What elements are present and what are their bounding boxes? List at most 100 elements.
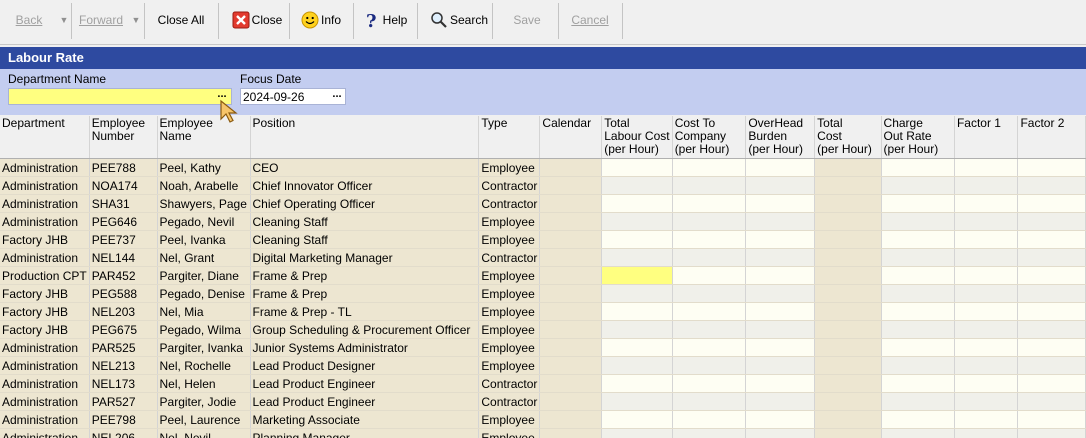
table-row[interactable]: Factory JHB NEL203 Nel, Mia Frame & Prep - … [0, 302, 1086, 321]
column-header[interactable]: Department [0, 116, 90, 159]
rate-cell[interactable] [954, 284, 1019, 303]
rate-cell[interactable] [601, 410, 673, 429]
rate-cell[interactable] [1017, 302, 1086, 321]
help-button[interactable]: ? Help [354, 0, 416, 40]
rate-cell[interactable] [601, 320, 673, 339]
rate-cell[interactable] [1017, 338, 1086, 357]
table-row[interactable]: Administration SHA31 Shawyers, Page Chief O… [0, 194, 1086, 213]
forward-dropdown-icon[interactable]: ▼ [130, 0, 142, 40]
rate-cell[interactable] [881, 356, 955, 375]
rate-cell[interactable] [745, 338, 816, 357]
total-cost-cell[interactable] [814, 230, 882, 249]
column-header[interactable]: Factor 2 [1017, 116, 1086, 159]
rate-cell[interactable] [745, 356, 816, 375]
total-cost-cell[interactable] [814, 356, 882, 375]
close-all-button[interactable]: Close All [145, 0, 217, 40]
rate-cell[interactable] [672, 158, 747, 177]
rate-cell[interactable] [1017, 194, 1086, 213]
rate-cell[interactable] [954, 338, 1019, 357]
rate-cell[interactable] [954, 248, 1019, 267]
column-header[interactable]: Cost To Company (per Hour) [672, 116, 747, 159]
rate-cell[interactable] [601, 158, 673, 177]
rate-cell[interactable] [745, 266, 816, 285]
rate-cell[interactable] [601, 248, 673, 267]
rate-cell[interactable] [954, 392, 1019, 411]
total-cost-cell[interactable] [814, 194, 882, 213]
department-name-input[interactable] [8, 88, 232, 105]
rate-cell[interactable] [1017, 212, 1086, 231]
rate-cell[interactable] [1017, 284, 1086, 303]
rate-cell[interactable] [672, 176, 747, 195]
rate-cell[interactable] [745, 284, 816, 303]
total-cost-cell[interactable] [814, 392, 882, 411]
back-dropdown-icon[interactable]: ▼ [58, 0, 70, 40]
rate-cell[interactable] [954, 194, 1019, 213]
rate-cell[interactable] [745, 374, 816, 393]
close-button[interactable]: Close [226, 0, 288, 40]
rate-cell[interactable] [954, 158, 1019, 177]
save-button[interactable]: Save [496, 0, 558, 40]
total-cost-cell[interactable] [814, 374, 882, 393]
table-row[interactable]: Administration NEL213 Nel, Rochelle Lead Pr… [0, 356, 1086, 375]
back-button[interactable]: Back [0, 0, 58, 40]
rate-cell[interactable] [1017, 248, 1086, 267]
rate-cell[interactable] [672, 212, 747, 231]
column-header[interactable]: Charge Out Rate (per Hour) [881, 116, 955, 159]
rate-cell[interactable] [881, 284, 955, 303]
rate-cell[interactable] [881, 428, 955, 438]
rate-cell[interactable] [1017, 158, 1086, 177]
rate-cell[interactable] [881, 410, 955, 429]
forward-button[interactable]: Forward [72, 0, 130, 40]
rate-cell[interactable] [745, 176, 816, 195]
rate-cell[interactable] [601, 428, 673, 438]
rate-cell[interactable] [601, 356, 673, 375]
rate-cell[interactable] [881, 320, 955, 339]
rate-cell[interactable] [745, 194, 816, 213]
total-cost-cell[interactable] [814, 176, 882, 195]
table-row[interactable]: Administration PAR525 Pargiter, Ivanka Juni… [0, 338, 1086, 357]
column-header[interactable]: Employee Number [89, 116, 158, 159]
rate-cell[interactable] [1017, 410, 1086, 429]
table-row[interactable]: Administration NEL173 Nel, Helen Lead Produ… [0, 374, 1086, 393]
column-header[interactable]: Position [250, 116, 480, 159]
rate-cell[interactable] [1017, 320, 1086, 339]
cancel-button[interactable]: Cancel [559, 0, 621, 40]
rate-cell[interactable] [672, 302, 747, 321]
table-row[interactable]: Administration NEL144 Nel, Grant Digital Ma… [0, 248, 1086, 267]
table-row[interactable]: Administration NEL206 Nel, Nevil Planning M… [0, 428, 1086, 438]
total-cost-cell[interactable] [814, 248, 882, 267]
rate-cell[interactable] [672, 284, 747, 303]
table-row[interactable]: Production CPT PAR452 Pargiter, Diane Frame… [0, 266, 1086, 285]
table-row[interactable]: Administration PEG646 Pegado, Nevil Cleanin… [0, 212, 1086, 231]
rate-cell[interactable] [954, 374, 1019, 393]
rate-cell[interactable] [672, 392, 747, 411]
rate-cell[interactable] [745, 302, 816, 321]
column-header[interactable]: Factor 1 [954, 116, 1019, 159]
rate-cell[interactable] [1017, 392, 1086, 411]
rate-cell[interactable] [745, 212, 816, 231]
rate-cell[interactable] [954, 176, 1019, 195]
rate-cell[interactable] [954, 230, 1019, 249]
column-header[interactable]: Total Cost (per Hour) [814, 116, 882, 159]
rate-cell[interactable] [745, 392, 816, 411]
total-cost-cell[interactable] [814, 212, 882, 231]
rate-cell[interactable] [881, 392, 955, 411]
rate-cell[interactable] [881, 266, 955, 285]
total-cost-cell[interactable] [814, 428, 882, 438]
rate-cell[interactable] [1017, 230, 1086, 249]
rate-cell[interactable] [881, 248, 955, 267]
rate-cell[interactable] [745, 230, 816, 249]
total-cost-cell[interactable] [814, 284, 882, 303]
rate-cell[interactable] [745, 248, 816, 267]
column-header[interactable]: OverHead Burden (per Hour) [745, 116, 816, 159]
rate-cell[interactable] [672, 374, 747, 393]
rate-cell[interactable] [672, 338, 747, 357]
rate-cell[interactable] [601, 302, 673, 321]
rate-cell[interactable] [672, 194, 747, 213]
column-header[interactable]: Total Labour Cost (per Hour) [601, 116, 673, 159]
rate-cell[interactable] [672, 320, 747, 339]
rate-cell[interactable] [954, 356, 1019, 375]
rate-cell[interactable] [601, 284, 673, 303]
rate-cell[interactable] [881, 302, 955, 321]
column-header[interactable]: Type [478, 116, 541, 159]
